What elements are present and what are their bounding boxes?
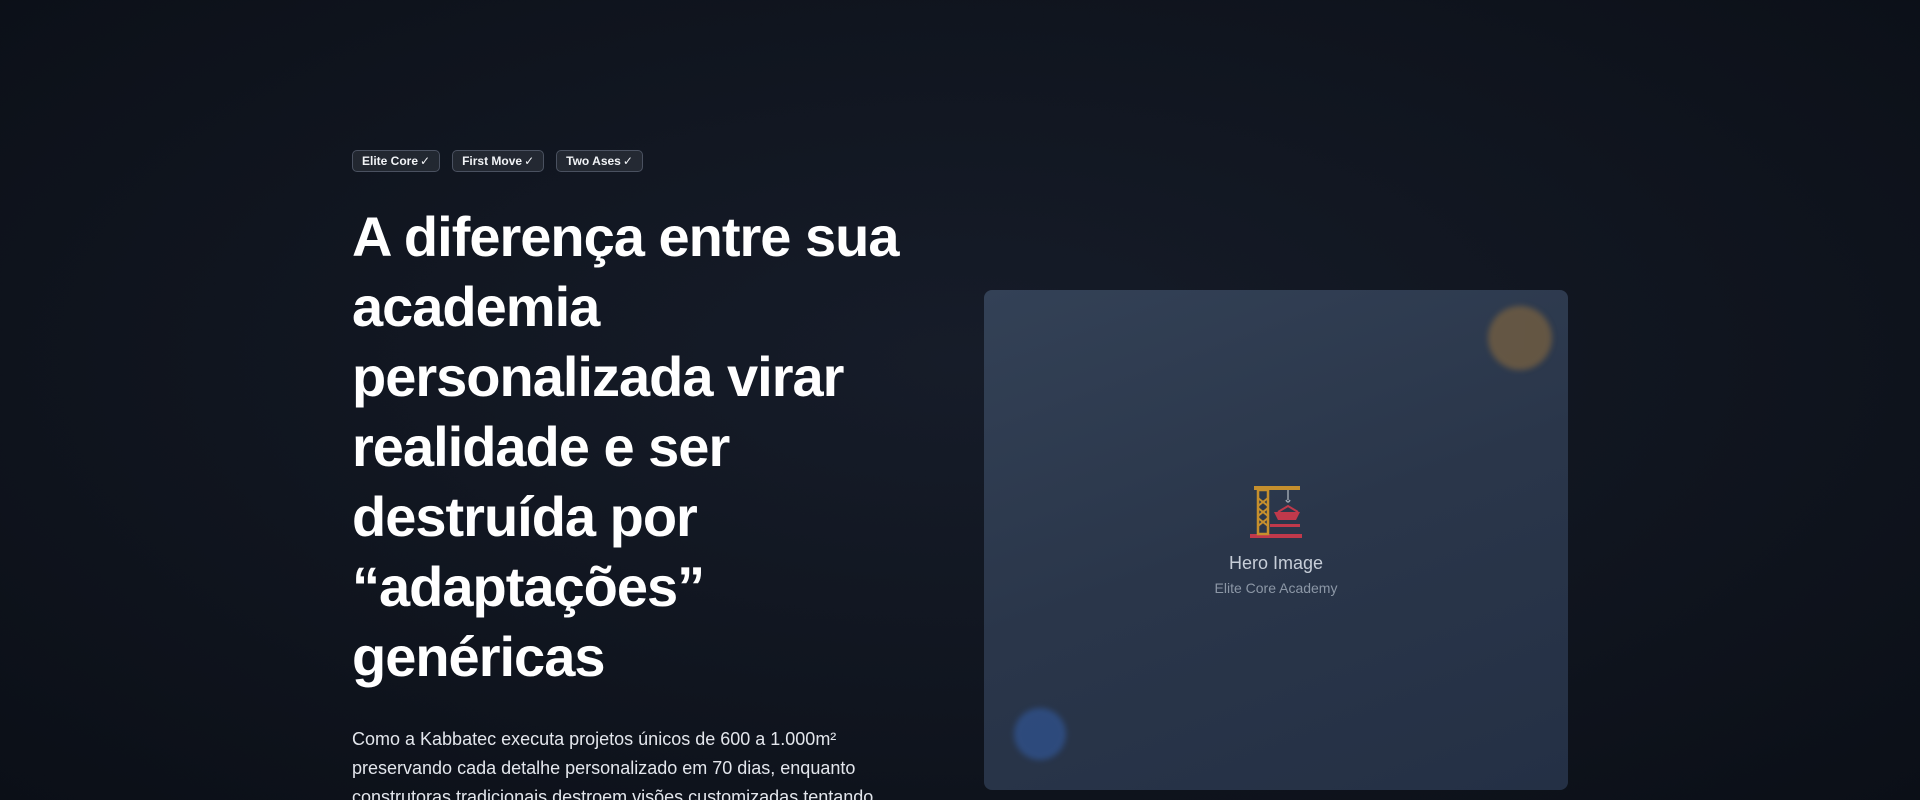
badge-label: Two Ases [566, 154, 621, 168]
badge-elite-core: Elite Core ✓ [352, 150, 441, 172]
badge-label: First Move [462, 154, 523, 168]
hero-subtext: Como a Kabbatec executa projetos únicos … [352, 729, 874, 800]
check-icon: ✓ [622, 154, 633, 168]
blue-glow-orb [1014, 708, 1066, 760]
amber-glow-orb [1488, 306, 1552, 370]
check-icon: ✓ [420, 154, 431, 168]
badge-two-ases: Two Ases ✓ [556, 150, 643, 172]
hero-section: Elite Core ✓ First Move ✓ Two Ases ✓ A d… [352, 0, 1568, 800]
hero-headline: A diferença entre sua academia personali… [352, 205, 899, 688]
construction-crane-icon [1244, 478, 1308, 542]
badge-list: Elite Core ✓ First Move ✓ Two Ases ✓ [352, 150, 643, 172]
placeholder-title: Hero Image [1228, 553, 1324, 573]
badge-label: Elite Core [362, 154, 419, 168]
placeholder-subtitle: Elite Core Academy [1214, 580, 1338, 596]
badge-first-move: First Move ✓ [452, 150, 545, 172]
check-icon: ✓ [524, 154, 535, 168]
placeholder-content: Hero Image Elite Core Academy [984, 478, 1568, 596]
hero-image-placeholder: Hero Image Elite Core Academy [984, 290, 1568, 790]
